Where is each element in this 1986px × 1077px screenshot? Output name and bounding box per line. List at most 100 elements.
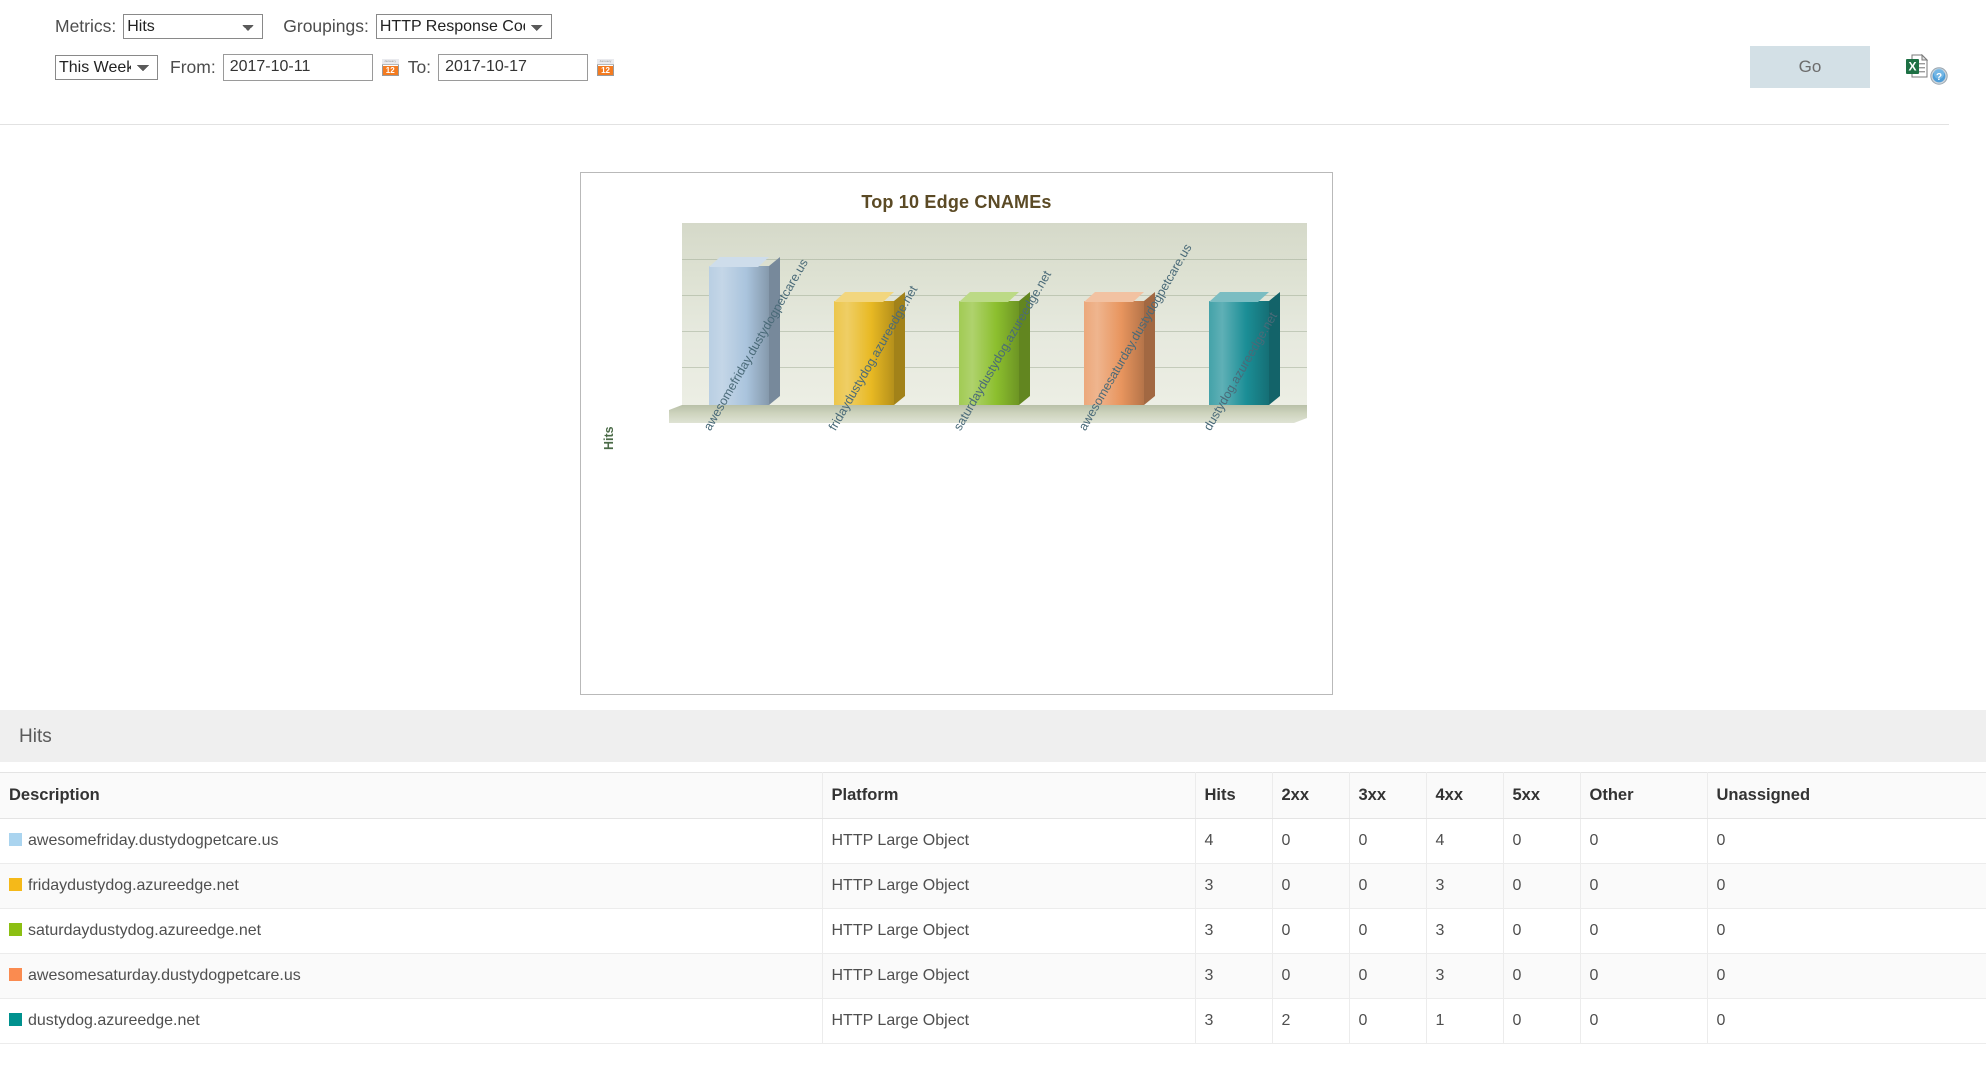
cell-platform: HTTP Large Object	[822, 953, 1196, 999]
cell-description: fridaydustydog.azureedge.net	[0, 863, 823, 909]
groupings-label: Groupings:	[283, 16, 369, 36]
cell-other: 0	[1580, 953, 1708, 999]
results-table-wrapper: Description Platform Hits 2xx 3xx 4xx 5x…	[0, 772, 1986, 1044]
cell-other: 0	[1580, 908, 1708, 954]
description-text: dustydog.azureedge.net	[28, 1012, 200, 1029]
metrics-label: Metrics:	[55, 16, 117, 36]
results-table: Description Platform Hits 2xx 3xx 4xx 5x…	[0, 772, 1986, 1044]
cell-description: awesomesaturday.dustydogpetcare.us	[0, 953, 823, 999]
table-row[interactable]: awesomesaturday.dustydogpetcare.us HTTP L…	[0, 953, 1986, 999]
calendar-icon[interactable]: January 12	[597, 58, 615, 76]
chart-x-axis-labels: awesomefriday.dustydogpetcare.us fridaydu…	[581, 241, 1334, 679]
cell-4xx: 4	[1426, 818, 1504, 864]
cell-2xx: 2	[1272, 998, 1350, 1044]
cell-other: 0	[1580, 863, 1708, 909]
chart-bar-side	[1269, 292, 1280, 405]
series-color-swatch	[9, 1013, 22, 1026]
cell-3xx: 0	[1349, 953, 1427, 999]
cell-hits: 3	[1195, 863, 1273, 909]
calendar-day: 12	[598, 65, 614, 75]
column-header-unassigned[interactable]: Unassigned	[1707, 772, 1986, 819]
column-header-4xx[interactable]: 4xx	[1426, 772, 1504, 819]
cell-5xx: 0	[1503, 818, 1581, 864]
chart-bar-front	[959, 301, 1019, 405]
cell-3xx: 0	[1349, 818, 1427, 864]
help-icon[interactable]: ?	[1930, 67, 1948, 85]
toolbar-icon-group: X ?	[1906, 49, 1948, 85]
groupings-select[interactable]: HTTP Response Codes	[375, 14, 552, 39]
cell-4xx: 3	[1426, 863, 1504, 909]
series-color-swatch	[9, 923, 22, 936]
date-range-select[interactable]: This Week	[55, 54, 158, 80]
description-text: fridaydustydog.azureedge.net	[28, 877, 239, 894]
cell-other: 0	[1580, 818, 1708, 864]
chart-bar-front	[1084, 301, 1144, 405]
cell-5xx: 0	[1503, 998, 1581, 1044]
to-date-input[interactable]	[438, 53, 589, 81]
description-text: awesomefriday.dustydogpetcare.us	[28, 832, 279, 849]
filter-toolbar: Metrics: Hits Groupings: HTTP Response C…	[0, 0, 1986, 125]
calendar-icon[interactable]: January 12	[381, 58, 399, 76]
chart-title: Top 10 Edge CNAMEs	[861, 192, 1052, 212]
series-color-swatch	[9, 833, 22, 846]
metrics-select[interactable]: Hits	[123, 14, 264, 39]
cell-other: 0	[1580, 998, 1708, 1044]
table-row[interactable]: fridaydustydog.azureedge.net HTTP Large O…	[0, 863, 1986, 909]
from-label: From:	[170, 56, 216, 77]
cell-4xx: 3	[1426, 908, 1504, 954]
svg-text:X: X	[1908, 60, 1916, 74]
cell-unassigned: 0	[1707, 908, 1986, 954]
cell-platform: HTTP Large Object	[822, 908, 1196, 954]
series-color-swatch	[9, 968, 22, 981]
cell-5xx: 0	[1503, 953, 1581, 999]
from-date-input[interactable]	[222, 53, 373, 81]
chart-bar-front	[834, 301, 894, 405]
cell-hits: 4	[1195, 818, 1273, 864]
calendar-day: 12	[382, 65, 398, 75]
cell-5xx: 0	[1503, 908, 1581, 954]
results-section-header: Hits	[0, 710, 1986, 762]
help-icon-svg: ?	[1930, 67, 1948, 85]
cell-5xx: 0	[1503, 863, 1581, 909]
table-row[interactable]: saturdaydustydog.azureedge.net HTTP Large…	[0, 908, 1986, 954]
chart-bar-front	[1209, 301, 1269, 405]
to-label: To:	[407, 56, 432, 77]
column-header-3xx[interactable]: 3xx	[1349, 772, 1427, 819]
column-header-2xx[interactable]: 2xx	[1272, 772, 1350, 819]
column-header-platform[interactable]: Platform	[822, 772, 1196, 819]
table-header-row: Description Platform Hits 2xx 3xx 4xx 5x…	[0, 772, 1986, 819]
cell-2xx: 0	[1272, 863, 1350, 909]
description-text: saturdaydustydog.azureedge.net	[28, 922, 262, 939]
calendar-month: January	[381, 58, 399, 65]
cell-3xx: 0	[1349, 863, 1427, 909]
table-body: awesomefriday.dustydogpetcare.us HTTP Lar…	[0, 818, 1986, 1044]
cell-4xx: 3	[1426, 953, 1504, 999]
toolbar-row-metrics: Metrics: Hits Groupings: HTTP Response C…	[0, 8, 1986, 45]
column-header-hits[interactable]: Hits	[1195, 772, 1273, 819]
column-header-other[interactable]: Other	[1580, 772, 1708, 819]
cell-hits: 3	[1195, 998, 1273, 1044]
cell-platform: HTTP Large Object	[822, 863, 1196, 909]
cell-description: dustydog.azureedge.net	[0, 998, 823, 1044]
toolbar-row-daterange: This Week From: January 12 To: January 1…	[0, 45, 1986, 89]
cell-3xx: 0	[1349, 908, 1427, 954]
table-row[interactable]: dustydog.azureedge.net HTTP Large Object 3…	[0, 998, 1986, 1044]
section-title: Hits	[19, 726, 52, 747]
series-color-swatch	[9, 878, 22, 891]
cell-2xx: 0	[1272, 953, 1350, 999]
cell-platform: HTTP Large Object	[822, 998, 1196, 1044]
go-button[interactable]: Go	[1750, 46, 1870, 88]
column-header-5xx[interactable]: 5xx	[1503, 772, 1581, 819]
cell-description: saturdaydustydog.azureedge.net	[0, 908, 823, 954]
chart-panel: Top 10 Edge CNAMEs Hits awesomefriday.du…	[580, 172, 1333, 695]
cell-unassigned: 0	[1707, 863, 1986, 909]
cell-2xx: 0	[1272, 818, 1350, 864]
cell-unassigned: 0	[1707, 953, 1986, 999]
cell-platform: HTTP Large Object	[822, 818, 1196, 864]
cell-3xx: 0	[1349, 998, 1427, 1044]
cell-hits: 3	[1195, 908, 1273, 954]
table-row[interactable]: awesomefriday.dustydogpetcare.us HTTP Lar…	[0, 818, 1986, 864]
excel-export-icon[interactable]: X	[1906, 53, 1929, 78]
column-header-description[interactable]: Description	[0, 772, 823, 819]
description-text: awesomesaturday.dustydogpetcare.us	[28, 967, 301, 984]
